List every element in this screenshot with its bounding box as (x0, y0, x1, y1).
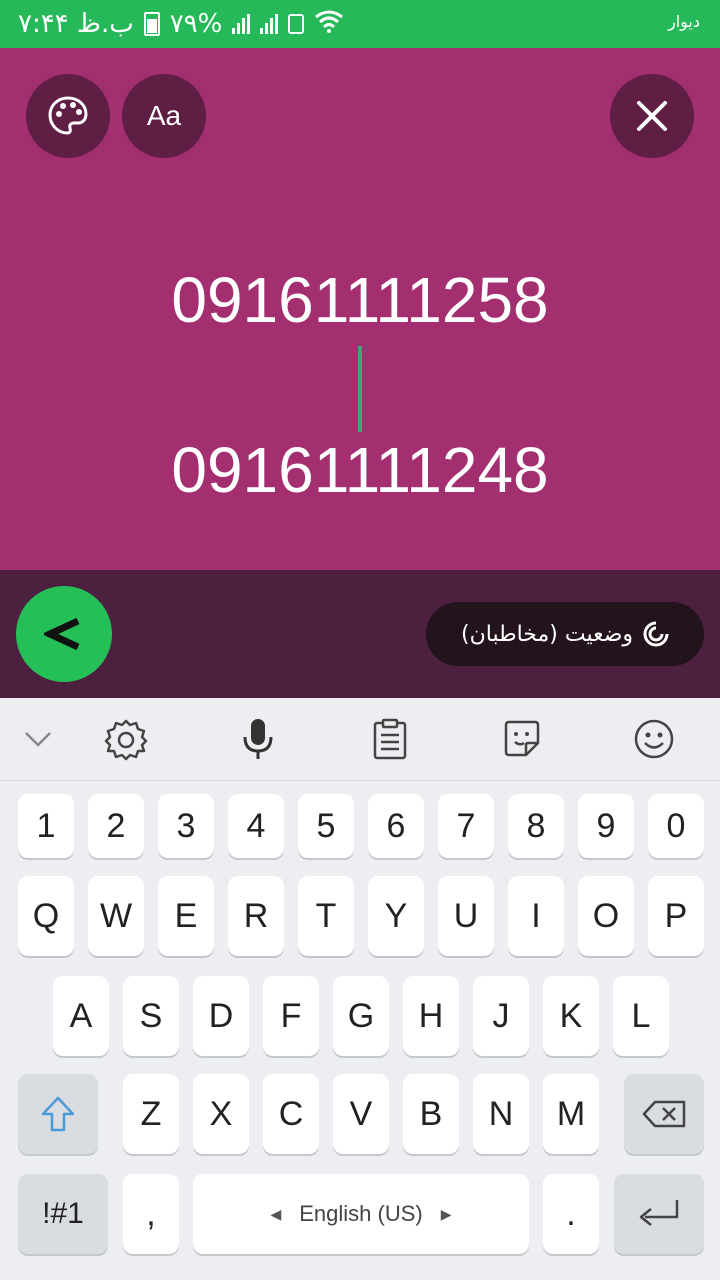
status-bar: ۷:۴۴ ب.ظ ۷۹% دیوار (0, 0, 720, 48)
key-y[interactable]: Y (368, 876, 424, 956)
battery-icon (143, 12, 160, 36)
status-ring-icon (643, 621, 669, 647)
key-q[interactable]: Q (18, 876, 74, 956)
signal-icon-1 (232, 14, 251, 34)
key-v[interactable]: V (333, 1074, 389, 1154)
status-bar-left: ۷:۴۴ ب.ظ ۷۹% (18, 6, 344, 42)
composer-action-bar: وضعیت (مخاطبان) (0, 570, 720, 698)
key-d[interactable]: D (193, 976, 249, 1056)
signal-icon-2 (260, 14, 279, 34)
key-u[interactable]: U (438, 876, 494, 956)
sim-icon (288, 14, 305, 34)
key-6[interactable]: 6 (368, 794, 424, 858)
microphone-icon (243, 719, 273, 759)
key-p[interactable]: P (648, 876, 704, 956)
key-7[interactable]: 7 (438, 794, 494, 858)
space-key[interactable]: ◀ English (US) ▶ (193, 1174, 529, 1254)
emoji-icon (634, 719, 674, 759)
key-f[interactable]: F (263, 976, 319, 1056)
sticker-button[interactable] (498, 714, 546, 764)
key-z[interactable]: Z (123, 1074, 179, 1154)
send-arrow-icon (44, 617, 80, 651)
collapse-keyboard-button[interactable] (14, 714, 62, 764)
clipboard-button[interactable] (366, 714, 414, 764)
key-9[interactable]: 9 (578, 794, 634, 858)
symbols-key[interactable]: !#1 (18, 1174, 108, 1254)
emoji-button[interactable] (630, 714, 678, 764)
sticker-icon (504, 720, 540, 757)
battery-level: ۷۹% (169, 9, 223, 39)
caret-left-icon: ◀ (270, 1205, 282, 1222)
clipboard-icon (373, 718, 407, 760)
comma-key[interactable]: , (123, 1174, 179, 1254)
status-text-line-1[interactable]: 09161111258 (0, 268, 720, 332)
font-style-button[interactable]: Aa (122, 74, 206, 158)
key-t[interactable]: T (298, 876, 354, 956)
key-5[interactable]: 5 (298, 794, 354, 858)
soft-keyboard: 1 2 3 4 5 6 7 8 9 0 Q W E R T Y U I O P … (0, 698, 720, 1280)
key-4[interactable]: 4 (228, 794, 284, 858)
key-b[interactable]: B (403, 1074, 459, 1154)
gear-icon (104, 719, 148, 761)
period-key[interactable]: . (543, 1174, 599, 1254)
key-a[interactable]: A (53, 976, 109, 1056)
palette-icon (48, 96, 88, 135)
keyboard-settings-button[interactable] (102, 714, 150, 764)
key-c[interactable]: C (263, 1074, 319, 1154)
key-i[interactable]: I (508, 876, 564, 956)
key-s[interactable]: S (123, 976, 179, 1056)
shift-key[interactable] (18, 1074, 98, 1154)
key-k[interactable]: K (543, 976, 599, 1056)
chevron-down-icon (25, 732, 51, 747)
status-app-label: دیوار (667, 12, 700, 31)
color-palette-button[interactable] (26, 74, 110, 158)
key-1[interactable]: 1 (18, 794, 74, 858)
key-o[interactable]: O (578, 876, 634, 956)
space-language-label: English (US) (299, 1201, 423, 1226)
caret-right-icon: ▶ (440, 1205, 452, 1222)
key-l[interactable]: L (613, 976, 669, 1056)
shift-arrow-icon (41, 1096, 75, 1132)
key-m[interactable]: M (543, 1074, 599, 1154)
close-button[interactable] (610, 74, 694, 158)
key-8[interactable]: 8 (508, 794, 564, 858)
text-cursor (358, 346, 362, 432)
close-icon (637, 101, 667, 131)
key-x[interactable]: X (193, 1074, 249, 1154)
key-j[interactable]: J (473, 976, 529, 1056)
backspace-key[interactable] (624, 1074, 704, 1154)
key-3[interactable]: 3 (158, 794, 214, 858)
keyboard-toolbar (0, 698, 720, 781)
key-n[interactable]: N (473, 1074, 529, 1154)
key-w[interactable]: W (88, 876, 144, 956)
enter-icon (639, 1200, 679, 1226)
audience-selector-button[interactable]: وضعیت (مخاطبان) (426, 602, 704, 666)
key-r[interactable]: R (228, 876, 284, 956)
backspace-icon (642, 1100, 686, 1128)
key-2[interactable]: 2 (88, 794, 144, 858)
key-0[interactable]: 0 (648, 794, 704, 858)
key-g[interactable]: G (333, 976, 389, 1056)
wifi-icon (314, 9, 344, 39)
audience-label: وضعیت (مخاطبان) (461, 621, 634, 647)
status-text-line-2[interactable]: 09161111248 (0, 438, 720, 502)
send-button[interactable] (16, 586, 112, 682)
clock: ۷:۴۴ ب.ظ (18, 9, 134, 39)
key-e[interactable]: E (158, 876, 214, 956)
key-h[interactable]: H (403, 976, 459, 1056)
enter-key[interactable] (614, 1174, 704, 1254)
status-composer: Aa 09161111258 09161111248 (0, 48, 720, 570)
voice-input-button[interactable] (234, 714, 282, 764)
